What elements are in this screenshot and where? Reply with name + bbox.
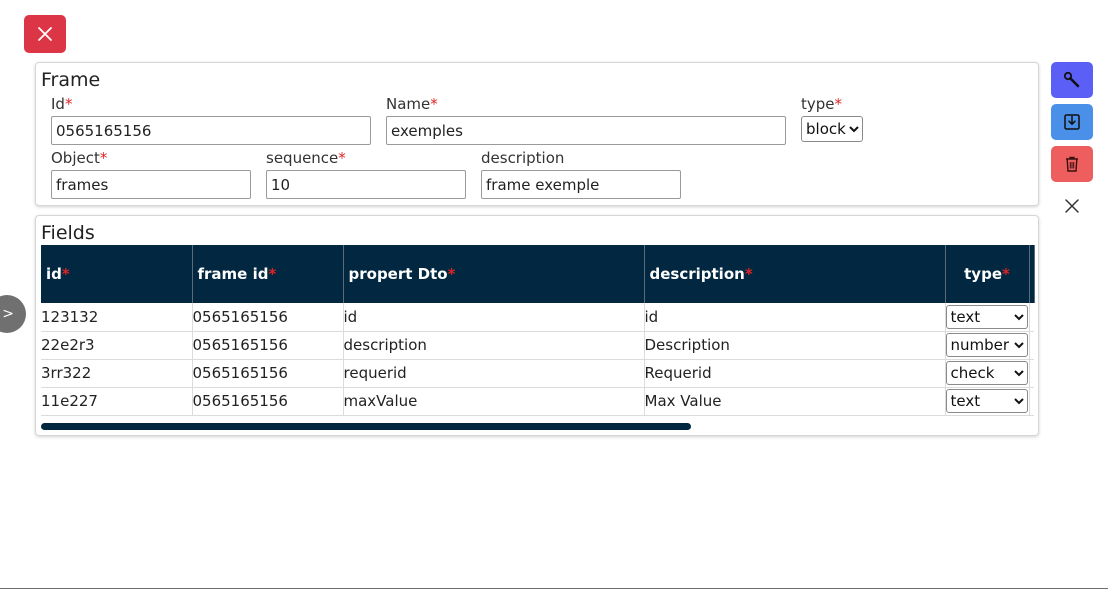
cell-id[interactable]: 22e2r3: [41, 331, 193, 360]
save-button[interactable]: [1051, 104, 1093, 140]
cell-id[interactable]: 123132: [41, 303, 193, 332]
expand-label: >: [2, 306, 14, 322]
fields-table: id* frame id* propert Dto* description* …: [41, 245, 1035, 416]
cell-description[interactable]: id: [644, 303, 946, 332]
type-select[interactable]: block: [801, 116, 863, 142]
fields-panel: Fields id* frame id* propert Dto* descri…: [35, 215, 1039, 436]
id-input[interactable]: [51, 116, 371, 145]
table-row[interactable]: 22e2r3 0565165156 description Descriptio…: [41, 331, 1034, 360]
table-header-row: id* frame id* propert Dto* description* …: [41, 245, 1035, 303]
row-type-select[interactable]: text: [945, 389, 1028, 413]
settings-button[interactable]: [1051, 62, 1093, 98]
required-mark: *: [834, 95, 843, 113]
column-header-description[interactable]: description*: [644, 245, 946, 303]
required-mark: *: [99, 149, 108, 167]
close-button[interactable]: [24, 15, 66, 53]
trash-icon: [1066, 156, 1078, 172]
name-input[interactable]: [386, 116, 786, 145]
download-box-icon: [1064, 114, 1080, 130]
name-label: Name: [386, 95, 431, 113]
cell-frame-id[interactable]: 0565165156: [192, 359, 344, 388]
id-label: Id: [51, 95, 65, 113]
cell-propert-dto[interactable]: maxValue: [343, 387, 645, 416]
object-input[interactable]: [51, 170, 251, 199]
close-icon: [1065, 199, 1079, 213]
table-row[interactable]: 123132 0565165156 id id text: [41, 303, 1034, 332]
sequence-label: sequence: [266, 149, 339, 167]
cell-description[interactable]: Description: [644, 331, 946, 360]
row-type-select[interactable]: number: [945, 333, 1028, 357]
cell-id[interactable]: 11e227: [41, 387, 193, 416]
cell-propert-dto[interactable]: description: [343, 331, 645, 360]
id-field: Id*: [51, 94, 371, 145]
cell-type: check: [945, 359, 1030, 388]
cell-description[interactable]: Requerid: [644, 359, 946, 388]
side-close-button[interactable]: [1063, 197, 1081, 215]
cell-type: text: [945, 387, 1030, 416]
column-header-frame-id[interactable]: frame id*: [192, 245, 344, 303]
name-field: Name*: [386, 94, 786, 145]
required-mark: *: [64, 95, 73, 113]
object-label: Object: [51, 149, 100, 167]
frame-panel: Frame Id* Name* type* block Object* sequ…: [35, 62, 1039, 206]
description-input[interactable]: [481, 170, 681, 199]
cell-type: text: [945, 303, 1030, 332]
cell-description[interactable]: Max Value: [644, 387, 946, 416]
table-row[interactable]: 3rr322 0565165156 requerid Requerid chec…: [41, 359, 1034, 388]
column-header-propert-dto[interactable]: propert Dto*: [343, 245, 645, 303]
table-row[interactable]: 11e227 0565165156 maxValue Max Value tex…: [41, 387, 1034, 416]
sequence-input[interactable]: [266, 170, 466, 199]
row-type-select[interactable]: check: [945, 361, 1028, 385]
sequence-field: sequence*: [266, 148, 466, 199]
type-label: type: [801, 95, 835, 113]
cell-propert-dto[interactable]: id: [343, 303, 645, 332]
close-icon: [38, 27, 52, 41]
expand-sidebar-button[interactable]: >: [0, 295, 26, 333]
cell-frame-id[interactable]: 0565165156: [192, 387, 344, 416]
cell-frame-id[interactable]: 0565165156: [192, 303, 344, 332]
wrench-icon: [1063, 71, 1080, 88]
frame-panel-title: Frame: [41, 69, 101, 91]
horizontal-scrollbar[interactable]: [41, 423, 691, 430]
delete-button[interactable]: [1051, 146, 1093, 182]
cell-frame-id[interactable]: 0565165156: [192, 331, 344, 360]
description-label: description: [481, 149, 565, 167]
object-field: Object*: [51, 148, 251, 199]
required-mark: *: [338, 149, 346, 167]
cell-propert-dto[interactable]: requerid: [343, 359, 645, 388]
column-header-overflow: [1029, 245, 1035, 303]
cell-id[interactable]: 3rr322: [41, 359, 193, 388]
required-mark: *: [430, 95, 438, 113]
fields-panel-title: Fields: [41, 222, 95, 244]
column-header-id[interactable]: id*: [41, 245, 193, 303]
type-field: type* block: [801, 94, 863, 142]
column-header-type[interactable]: type*: [945, 245, 1030, 303]
cell-type: number: [945, 331, 1030, 360]
row-type-select[interactable]: text: [945, 304, 1028, 329]
description-field: description: [481, 148, 681, 199]
